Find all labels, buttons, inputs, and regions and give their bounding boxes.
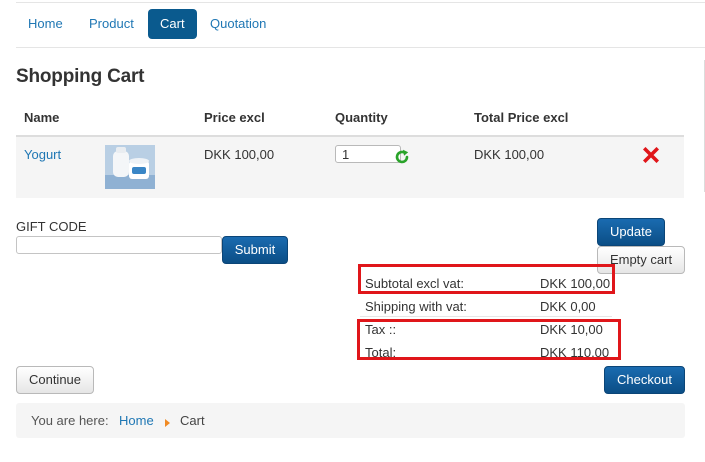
product-thumbnail[interactable] xyxy=(105,145,155,189)
gift-code-label: GIFT CODE xyxy=(16,219,87,234)
continue-button[interactable]: Continue xyxy=(16,366,94,394)
column-header-quantity: Quantity xyxy=(335,110,388,125)
update-button[interactable]: Update xyxy=(597,218,665,246)
nav-tab-product[interactable]: Product xyxy=(77,9,146,39)
cart-table-header: Name Price excl Quantity Total Price exc… xyxy=(16,103,684,137)
gift-code-input[interactable] xyxy=(16,236,222,254)
quantity-input[interactable] xyxy=(335,145,401,163)
page-title: Shopping Cart xyxy=(16,66,145,87)
nav-divider xyxy=(16,47,705,48)
cart-table: Name Price excl Quantity Total Price exc… xyxy=(16,103,684,198)
column-header-name: Name xyxy=(24,110,60,125)
checkout-button[interactable]: Checkout xyxy=(604,366,685,394)
nav-tab-quotation[interactable]: Quotation xyxy=(198,9,278,39)
nav-tab-home[interactable]: Home xyxy=(16,9,75,39)
product-price: DKK 100,00 xyxy=(204,147,275,162)
breadcrumb-current: Cart xyxy=(180,413,205,428)
shipping-value: DKK 0,00 xyxy=(540,299,596,314)
shipping-label: Shipping with vat: xyxy=(365,299,467,314)
breadcrumb-home-link[interactable]: Home xyxy=(119,413,154,428)
top-divider xyxy=(16,2,705,3)
nav-tab-cart[interactable]: Cart xyxy=(148,9,197,39)
breadcrumb: You are here: Home Cart xyxy=(16,403,685,438)
subtotal-highlight-box xyxy=(358,264,615,294)
delete-icon[interactable] xyxy=(642,146,660,164)
column-header-total: Total Price excl xyxy=(474,110,569,125)
breadcrumb-prefix: You are here: xyxy=(31,413,109,428)
table-row: Yogurt DKK 100,00 DKK 100,00 xyxy=(16,137,684,198)
product-name-link[interactable]: Yogurt xyxy=(24,147,61,162)
product-total-price: DKK 100,00 xyxy=(474,147,545,162)
triangle-right-icon xyxy=(164,416,172,427)
tax-total-highlight-box xyxy=(357,319,621,360)
shipping-row: Shipping with vat: DKK 0,00 xyxy=(360,295,612,315)
gift-submit-button[interactable]: Submit xyxy=(222,236,288,264)
refresh-icon[interactable] xyxy=(394,149,410,165)
totals-divider xyxy=(360,316,612,317)
column-header-price: Price excl xyxy=(204,110,265,125)
